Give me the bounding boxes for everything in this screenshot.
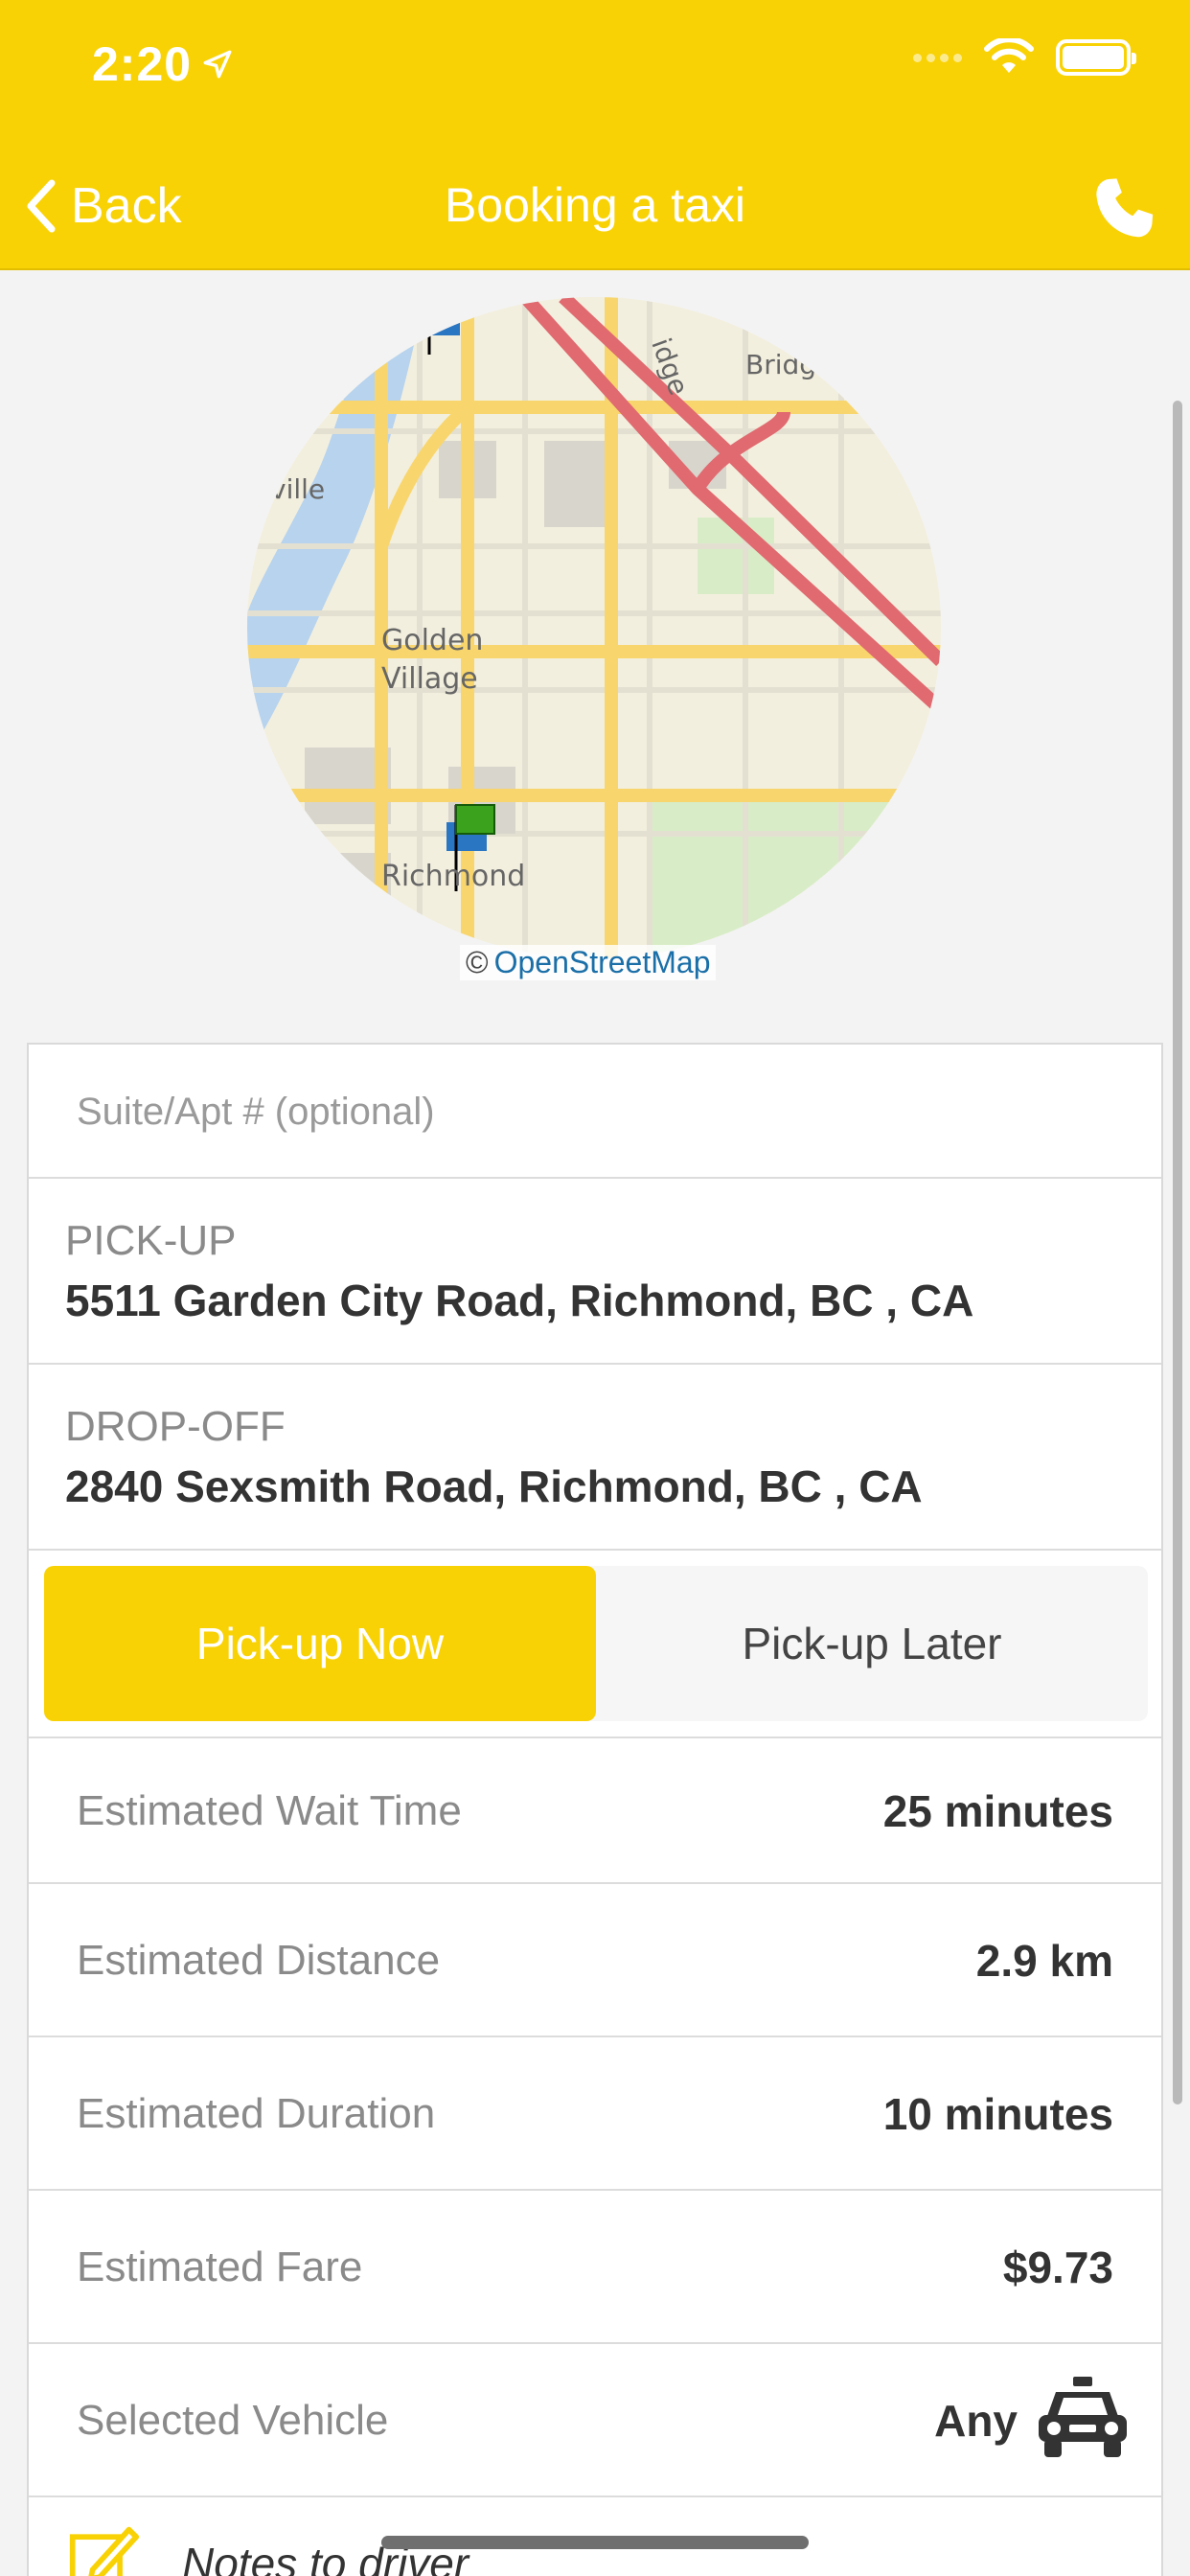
booking-form: PICK-UP 5511 Garden City Road, Richmond,…: [27, 1043, 1163, 2576]
home-indicator[interactable]: [381, 2536, 809, 2549]
map-attribution[interactable]: © OpenStreetMap: [460, 945, 717, 980]
estimated-fare-label: Estimated Fare: [77, 2243, 363, 2290]
attribution-link[interactable]: OpenStreetMap: [494, 945, 711, 979]
status-indicators: [913, 38, 1136, 77]
estimated-duration-row: Estimated Duration 10 minutes: [29, 2037, 1161, 2191]
estimated-fare-value: $9.73: [1002, 2242, 1113, 2292]
edit-note-icon: [69, 2526, 140, 2576]
estimated-wait-row: Estimated Wait Time 25 minutes: [29, 1738, 1161, 1884]
cellular-signal-icon: [913, 53, 962, 62]
map-label-golden: Golden: [381, 624, 483, 657]
selected-vehicle-value: Any: [934, 2396, 1018, 2446]
pickup-later-button[interactable]: Pick-up Later: [596, 1566, 1148, 1721]
estimated-wait-value: 25 minutes: [882, 1786, 1113, 1836]
battery-icon: [1056, 39, 1136, 76]
estimated-distance-row: Estimated Distance 2.9 km: [29, 1884, 1161, 2037]
map-label-richmond: Richmond: [381, 860, 525, 893]
estimated-distance-label: Estimated Distance: [77, 1937, 441, 1984]
suite-input[interactable]: [77, 1077, 1111, 1146]
status-time-text: 2:20: [92, 37, 193, 91]
map-label-village: Village: [381, 662, 478, 696]
dropoff-address: 2840 Sexsmith Road, Richmond, BC , CA: [65, 1461, 923, 1511]
pickup-label: PICK-UP: [65, 1217, 237, 1264]
pickup-now-button[interactable]: Pick-up Now: [44, 1566, 596, 1721]
status-time: 2:20: [92, 36, 234, 92]
wifi-icon: [984, 38, 1034, 73]
pickup-address: 5511 Garden City Road, Richmond, BC , CA: [65, 1276, 974, 1325]
header-bar: 2:20 Back Booking a taxi: [0, 0, 1190, 270]
estimated-fare-row: Estimated Fare $9.73: [29, 2191, 1161, 2344]
map-label-ville: ville: [270, 473, 325, 505]
copyright-symbol: ©: [466, 945, 489, 979]
estimated-wait-label: Estimated Wait Time: [77, 1787, 462, 1834]
selected-vehicle-label: Selected Vehicle: [77, 2397, 389, 2444]
map-label-bridge: Bridge: [745, 349, 833, 380]
location-arrow-icon: [203, 50, 232, 79]
page-title: Booking a taxi: [444, 178, 746, 232]
estimated-distance-value: 2.9 km: [975, 1936, 1113, 1986]
dropoff-label: DROP-OFF: [65, 1403, 286, 1450]
map-tiles: ville Golden Village Richmond Bridge idg…: [247, 297, 941, 958]
pickup-time-segmented-control: Pick-up Now Pick-up Later: [44, 1566, 1148, 1721]
route-map[interactable]: ville Golden Village Richmond Bridge idg…: [247, 297, 941, 958]
selected-vehicle-row[interactable]: Selected Vehicle Any: [29, 2344, 1161, 2497]
suite-row: [29, 1045, 1161, 1179]
map-view[interactable]: ville Golden Village Richmond Bridge idg…: [247, 297, 941, 958]
pickup-time-toggle-row: Pick-up Now Pick-up Later: [29, 1551, 1161, 1738]
taxi-car-icon: [1039, 2377, 1127, 2457]
estimated-duration-label: Estimated Duration: [77, 2090, 436, 2137]
estimated-duration-value: 10 minutes: [882, 2089, 1113, 2139]
phone-icon[interactable]: [1088, 172, 1161, 245]
dropoff-address-row[interactable]: DROP-OFF 2840 Sexsmith Road, Richmond, B…: [29, 1365, 1161, 1551]
pickup-address-row[interactable]: PICK-UP 5511 Garden City Road, Richmond,…: [29, 1179, 1161, 1365]
scrollbar[interactable]: [1173, 401, 1182, 2104]
